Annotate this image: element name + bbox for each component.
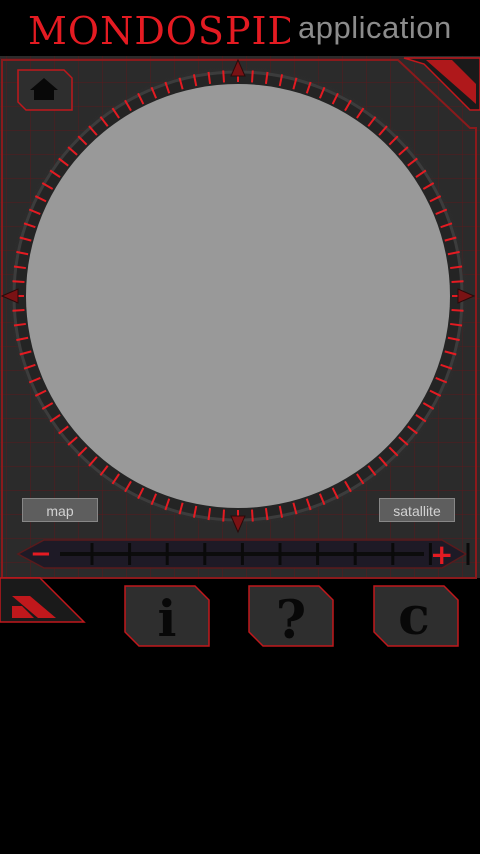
help-icon: ?	[276, 590, 306, 648]
help-button[interactable]: ?	[247, 584, 335, 648]
corner-decoration-bottom-left	[0, 577, 86, 623]
zoom-out-button[interactable]: −	[18, 540, 62, 568]
map-panel: map satallite − + i ? c	[0, 56, 480, 656]
title-bar: MONDOSPIDER application	[0, 0, 480, 56]
compass-tick	[12, 280, 25, 284]
zoom-slider[interactable]	[16, 539, 470, 569]
zoom-in-button[interactable]: +	[420, 540, 468, 568]
svg-text:−: −	[30, 540, 52, 568]
app-subtitle: application	[298, 10, 452, 45]
mondospider-logo: MONDOSPIDER	[28, 9, 290, 52]
compass-tick	[451, 308, 464, 312]
info-button[interactable]: i	[123, 584, 211, 648]
home-button[interactable]	[14, 68, 74, 112]
minus-icon: −	[30, 540, 52, 568]
svg-text:+: +	[430, 540, 453, 568]
compass-tick	[250, 70, 254, 83]
logo-text: MONDOSPIDER	[28, 9, 290, 52]
compass-tick	[12, 308, 25, 312]
compass-tick	[222, 509, 226, 522]
map-viewport[interactable]	[26, 84, 452, 510]
compass-tick	[451, 280, 464, 284]
compass-tick	[222, 70, 226, 83]
info-icon: i	[158, 589, 177, 648]
compass-tick	[250, 509, 254, 522]
credits-icon: c	[398, 586, 430, 647]
satellite-button[interactable]: satallite	[379, 498, 455, 522]
map-button[interactable]: map	[22, 498, 98, 522]
credits-button[interactable]: c	[372, 584, 460, 648]
plus-icon: +	[430, 540, 453, 568]
